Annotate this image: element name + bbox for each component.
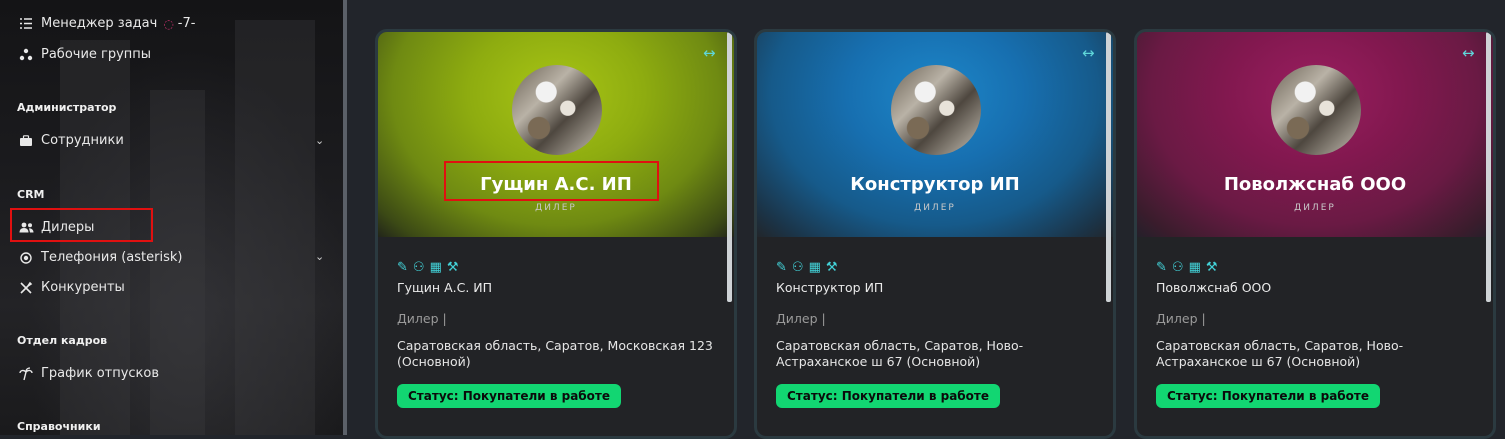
highlight-dealers — [10, 208, 153, 242]
card-role: Дилер | — [1156, 311, 1206, 326]
sidebar-item-label: Телефония (asterisk) — [41, 250, 183, 265]
sidebar-item-telephony[interactable]: Телефония (asterisk) — [17, 250, 182, 265]
tools-icon[interactable]: ⚒ — [447, 260, 459, 275]
chevron-down-icon[interactable]: ⌄ — [315, 134, 324, 147]
card-actions: ✎ ⚇ ▦ ⚒ — [1156, 260, 1218, 275]
section-refs: Справочники — [17, 420, 101, 433]
clock-icon: ◌ — [163, 16, 174, 31]
task-count-badge: -7- — [177, 16, 196, 31]
card-subtitle: ДИЛЕР — [914, 203, 956, 213]
phone-icon — [17, 251, 35, 265]
status-badge[interactable]: Статус: Покупатели в работе — [397, 384, 622, 408]
expand-icon[interactable]: ↔ — [1462, 44, 1475, 62]
bg-building — [235, 20, 315, 435]
avatar — [891, 65, 981, 155]
card-scrollbar[interactable] — [1486, 32, 1491, 302]
sitemap-icon — [17, 48, 35, 62]
pencil-icon[interactable]: ✎ — [397, 260, 408, 275]
section-hr: Отдел кадров — [17, 334, 108, 347]
avatar — [512, 65, 602, 155]
sidebar-item-vacation[interactable]: График отпусков — [17, 366, 159, 381]
sidebar-item-work-groups[interactable]: Рабочие группы — [17, 47, 151, 62]
card-role: Дилер | — [397, 311, 447, 326]
sidebar-item-employees[interactable]: Сотрудники — [17, 133, 124, 148]
list-check-icon — [17, 17, 35, 31]
card-title: Конструктор ИП — [850, 174, 1020, 195]
card-subtitle: ДИЛЕР — [535, 203, 577, 213]
section-admin: Администратор — [17, 101, 117, 114]
card-actions: ✎ ⚇ ▦ ⚒ — [776, 260, 838, 275]
card-scrollbar[interactable] — [1106, 32, 1111, 302]
sidebar: Менеджер задач ◌ -7- Рабочие группы Адми… — [0, 0, 343, 435]
card-title: Поволжснаб ООО — [1223, 174, 1407, 195]
tools-icon[interactable]: ⚒ — [826, 260, 838, 275]
sidebar-item-label: График отпусков — [41, 366, 160, 381]
expand-icon[interactable]: ↔ — [703, 44, 716, 62]
card-address: Саратовская область, Саратов, Ново-Астра… — [776, 338, 1024, 369]
card-name: Гущин А.С. ИП — [397, 280, 493, 295]
dealer-card[interactable]: ↔ Гущин А.С. ИП ДИЛЕР ✎ ⚇ ▦ ⚒ Гущин А.С.… — [375, 29, 737, 439]
calendar-icon[interactable]: ▦ — [809, 260, 821, 275]
tools-icon[interactable]: ⚒ — [1206, 260, 1218, 275]
pencil-icon[interactable]: ✎ — [1156, 260, 1167, 275]
calendar-icon[interactable]: ▦ — [1189, 260, 1201, 275]
avatar — [1271, 65, 1361, 155]
sidebar-item-label: Менеджер задач — [41, 16, 158, 31]
sidebar-divider[interactable] — [343, 0, 347, 435]
calendar-icon[interactable]: ▦ — [430, 260, 442, 275]
pencil-icon[interactable]: ✎ — [776, 260, 787, 275]
dealer-card[interactable]: ↔ Конструктор ИП ДИЛЕР ✎ ⚇ ▦ ⚒ Конструкт… — [754, 29, 1116, 439]
sidebar-item-label: Конкуренты — [41, 280, 125, 295]
card-name: Поволжснаб ООО — [1156, 280, 1272, 295]
card-name: Конструктор ИП — [776, 280, 884, 295]
card-actions: ✎ ⚇ ▦ ⚒ — [397, 260, 459, 275]
palm-icon — [17, 366, 35, 381]
highlight-card-title — [444, 161, 659, 201]
status-badge[interactable]: Статус: Покупатели в работе — [776, 384, 1001, 408]
sidebar-item-competitors[interactable]: Конкуренты — [17, 280, 125, 295]
card-address: Саратовская область, Саратов, Ново-Астра… — [1156, 338, 1404, 369]
user-gear-icon[interactable]: ⚇ — [1172, 260, 1184, 275]
sidebar-item-label: Рабочие группы — [41, 47, 152, 62]
chevron-down-icon[interactable]: ⌄ — [315, 250, 324, 263]
section-crm: CRM — [17, 188, 45, 201]
sidebar-item-label: Сотрудники — [41, 133, 124, 148]
user-gear-icon[interactable]: ⚇ — [413, 260, 425, 275]
dealer-card[interactable]: ↔ Поволжснаб ООО ДИЛЕР ✎ ⚇ ▦ ⚒ Поволжсна… — [1134, 29, 1496, 439]
briefcase-icon — [17, 134, 35, 148]
expand-icon[interactable]: ↔ — [1082, 44, 1095, 62]
status-badge[interactable]: Статус: Покупатели в работе — [1156, 384, 1381, 408]
card-address: Саратовская область, Саратов, Московская… — [397, 338, 713, 369]
card-subtitle: ДИЛЕР — [1294, 203, 1336, 213]
sidebar-item-task-manager[interactable]: Менеджер задач ◌ -7- — [17, 16, 195, 31]
user-gear-icon[interactable]: ⚇ — [792, 260, 804, 275]
card-role: Дилер | — [776, 311, 826, 326]
tools-icon — [17, 281, 35, 295]
card-scrollbar[interactable] — [727, 32, 732, 302]
